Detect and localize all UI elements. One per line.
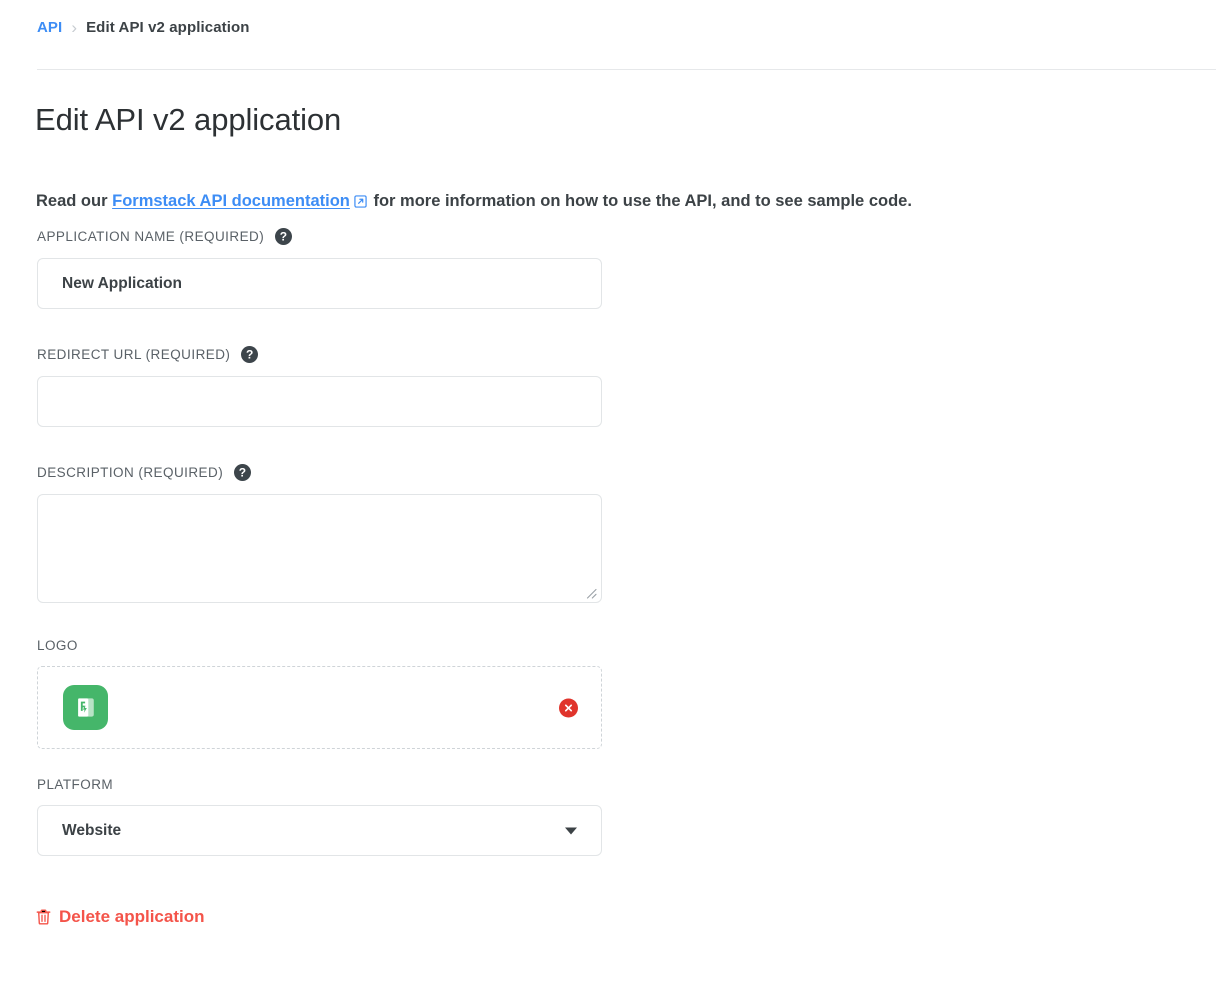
- api-documentation-link[interactable]: Formstack API documentation: [112, 192, 350, 210]
- description-label-text: DESCRIPTION (REQUIRED): [37, 465, 224, 480]
- help-icon[interactable]: ?: [241, 346, 259, 363]
- help-icon[interactable]: ?: [234, 464, 252, 481]
- platform-select-wrap: Website: [37, 805, 602, 856]
- breadcrumb-separator-icon: ›: [71, 18, 78, 37]
- application-name-label-text: APPLICATION NAME (REQUIRED): [37, 229, 265, 244]
- remove-logo-button[interactable]: [559, 698, 578, 717]
- intro-text: Read our Formstack API documentation for…: [36, 190, 912, 214]
- page-root: API › Edit API v2 application Edit API v…: [0, 0, 1216, 982]
- trash-icon: [36, 909, 51, 925]
- help-icon-glyph: ?: [238, 465, 247, 479]
- help-icon[interactable]: ?: [275, 228, 293, 245]
- redirect-url-input[interactable]: [37, 376, 602, 427]
- help-icon-glyph: ?: [279, 229, 288, 243]
- description-textarea-wrap: [37, 494, 602, 603]
- platform-label: PLATFORM: [37, 777, 602, 792]
- delete-application-label: Delete application: [59, 907, 205, 926]
- breadcrumb-current: Edit API v2 application: [86, 19, 250, 36]
- logo-label-text: LOGO: [37, 638, 78, 653]
- logo-label: LOGO: [37, 638, 602, 653]
- field-logo: LOGO: [37, 638, 602, 749]
- logo-dropzone[interactable]: [37, 666, 602, 749]
- platform-label-text: PLATFORM: [37, 777, 114, 792]
- delete-application-button[interactable]: Delete application: [36, 907, 204, 927]
- field-platform: PLATFORM Website: [37, 777, 602, 856]
- formstack-logo-icon: [63, 685, 108, 730]
- field-application-name: APPLICATION NAME (REQUIRED) ?: [37, 228, 602, 309]
- field-redirect-url: REDIRECT URL (REQUIRED) ?: [37, 346, 602, 427]
- external-link-icon: [354, 192, 367, 214]
- platform-select[interactable]: Website: [37, 805, 602, 856]
- intro-suffix: for more information on how to use the A…: [368, 191, 912, 210]
- application-name-input[interactable]: [37, 258, 602, 309]
- description-label: DESCRIPTION (REQUIRED) ?: [37, 464, 602, 481]
- page-title: Edit API v2 application: [35, 102, 342, 137]
- field-description: DESCRIPTION (REQUIRED) ?: [37, 464, 602, 603]
- redirect-url-label: REDIRECT URL (REQUIRED) ?: [37, 346, 602, 363]
- breadcrumb-link-api[interactable]: API: [37, 19, 62, 36]
- redirect-url-label-text: REDIRECT URL (REQUIRED): [37, 347, 231, 362]
- application-name-label: APPLICATION NAME (REQUIRED) ?: [37, 228, 602, 245]
- breadcrumb: API › Edit API v2 application: [37, 19, 250, 36]
- intro-prefix: Read our: [36, 191, 113, 210]
- header-divider: [37, 69, 1216, 70]
- description-textarea[interactable]: [37, 494, 602, 603]
- help-icon-glyph: ?: [245, 347, 254, 361]
